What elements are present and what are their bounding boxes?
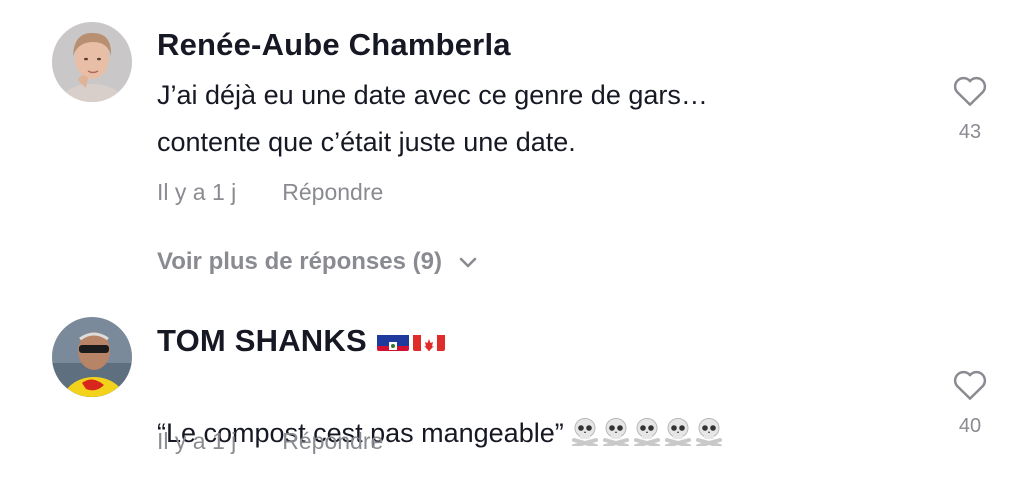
view-more-replies-label: Voir plus de réponses (9)	[157, 248, 442, 275]
comment-author[interactable]: Renée-Aube Chamberla	[157, 27, 511, 63]
haiti-flag-icon	[376, 329, 409, 351]
canada-flag-icon	[412, 329, 445, 351]
like-count: 40	[958, 415, 982, 437]
skull-crossbones-icon	[694, 414, 724, 448]
skull-crossbones-icon	[570, 414, 600, 448]
comment-author[interactable]: TOM SHANKS	[157, 323, 367, 358]
reply-button[interactable]: Répondre	[282, 428, 383, 454]
comment-meta: Il y a 1 j Répondre	[157, 179, 383, 206]
comment-text: J’ai déjà eu une date avec ce genre de g…	[157, 80, 708, 157]
avatar[interactable]	[52, 22, 132, 102]
author-flags	[376, 320, 449, 356]
chevron-down-icon	[459, 257, 476, 267]
comment-item: Renée-Aube Chamberla J’ai déjà eu une da…	[0, 0, 1034, 300]
comment-meta: Il y a 1 j Répondre	[157, 428, 383, 455]
reply-button[interactable]: Répondre	[282, 179, 383, 205]
skull-crossbones-icon	[632, 414, 662, 448]
heart-outline-icon[interactable]	[951, 367, 989, 401]
skull-emoji-group	[570, 414, 725, 461]
heart-outline-icon[interactable]	[951, 73, 989, 107]
like-count: 43	[958, 121, 982, 143]
comment-item: TOM SHANKS “Le compost cest pas mangeabl…	[0, 300, 1034, 484]
skull-crossbones-icon	[663, 414, 693, 448]
comment-author-row: TOM SHANKS	[157, 320, 449, 359]
comment-time: Il y a 1 j	[157, 428, 237, 454]
like-button[interactable]: 40	[950, 367, 990, 438]
comment-time: Il y a 1 j	[157, 179, 237, 205]
skull-crossbones-icon	[601, 414, 631, 448]
like-button[interactable]: 43	[950, 73, 990, 144]
view-more-replies-button[interactable]: Voir plus de réponses (9)	[157, 248, 477, 276]
avatar[interactable]	[52, 317, 132, 397]
